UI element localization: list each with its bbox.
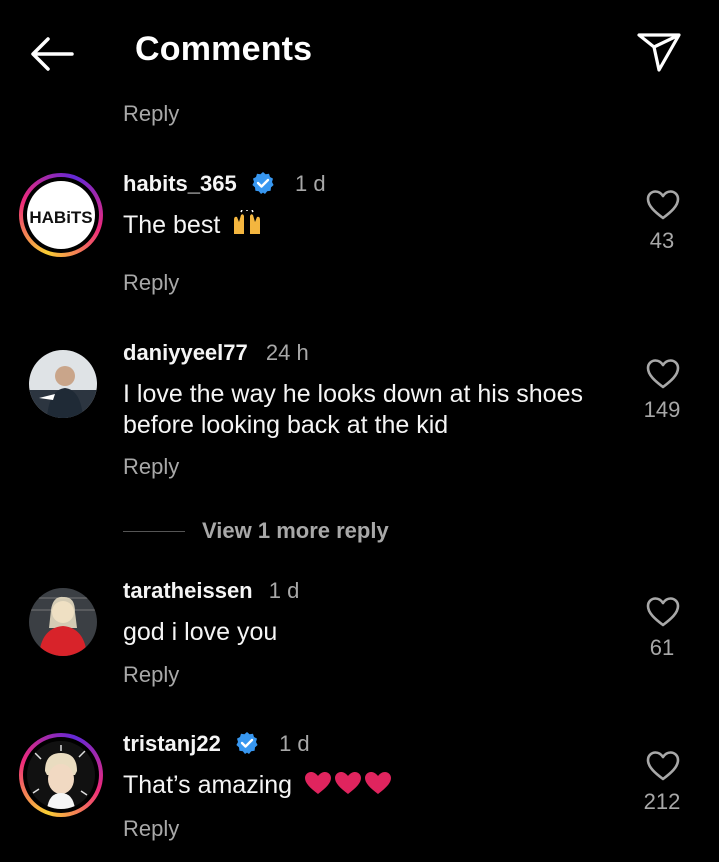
comment-time: 24 h — [265, 340, 309, 365]
avatar[interactable]: HABiTS — [19, 173, 103, 257]
raising-hands-emoji-icon — [234, 209, 261, 234]
comment-time: 1 d — [268, 578, 300, 603]
profile-photo — [27, 741, 95, 809]
heart-outline-icon[interactable] — [645, 189, 681, 221]
like-count: 43 — [649, 228, 675, 253]
avatar[interactable] — [29, 588, 97, 656]
comment-username[interactable]: tristanj22 1 d — [123, 731, 310, 757]
heart-outline-icon[interactable] — [645, 358, 681, 390]
reply-button[interactable]: Reply — [123, 101, 179, 127]
comment-text: I love the way he looks down at his shoe… — [123, 380, 583, 439]
avatar[interactable] — [19, 733, 103, 817]
svg-text:HABiTS: HABiTS — [29, 208, 92, 227]
divider-line — [123, 531, 185, 532]
comment-text: The best — [123, 209, 613, 241]
reply-button[interactable]: Reply — [123, 816, 179, 842]
profile-photo — [29, 588, 97, 656]
comment-username[interactable]: habits_365 1 d — [123, 171, 326, 197]
back-arrow-icon[interactable] — [28, 34, 76, 74]
like-count: 61 — [649, 635, 675, 660]
comment-time: 1 d — [279, 731, 310, 756]
reply-button[interactable]: Reply — [123, 270, 179, 296]
header-bar: Comments — [0, 0, 719, 105]
comment-username[interactable]: taratheissen 1 d — [123, 578, 299, 604]
like-count: 149 — [643, 397, 681, 422]
reply-button[interactable]: Reply — [123, 454, 179, 480]
heart-outline-icon[interactable] — [645, 750, 681, 782]
comment-text: That’s amazing — [123, 770, 613, 801]
habits-logo-icon: HABiTS — [29, 208, 92, 227]
reply-button[interactable]: Reply — [123, 662, 179, 688]
comment-time: 1 d — [294, 171, 326, 196]
verified-badge-icon — [236, 732, 258, 754]
verified-badge-icon — [252, 172, 274, 194]
send-icon[interactable] — [634, 30, 684, 74]
heart-outline-icon[interactable] — [645, 596, 681, 628]
like-count: 212 — [643, 789, 681, 814]
comment-text: god i love you — [123, 618, 278, 646]
comment-username[interactable]: daniyyeel77 24 h — [123, 340, 309, 366]
red-hearts-emoji-icon — [305, 772, 392, 794]
profile-photo — [29, 350, 97, 418]
page-title: Comments — [135, 30, 313, 68]
avatar[interactable] — [29, 350, 97, 418]
view-more-replies-button[interactable]: View 1 more reply — [202, 518, 389, 544]
